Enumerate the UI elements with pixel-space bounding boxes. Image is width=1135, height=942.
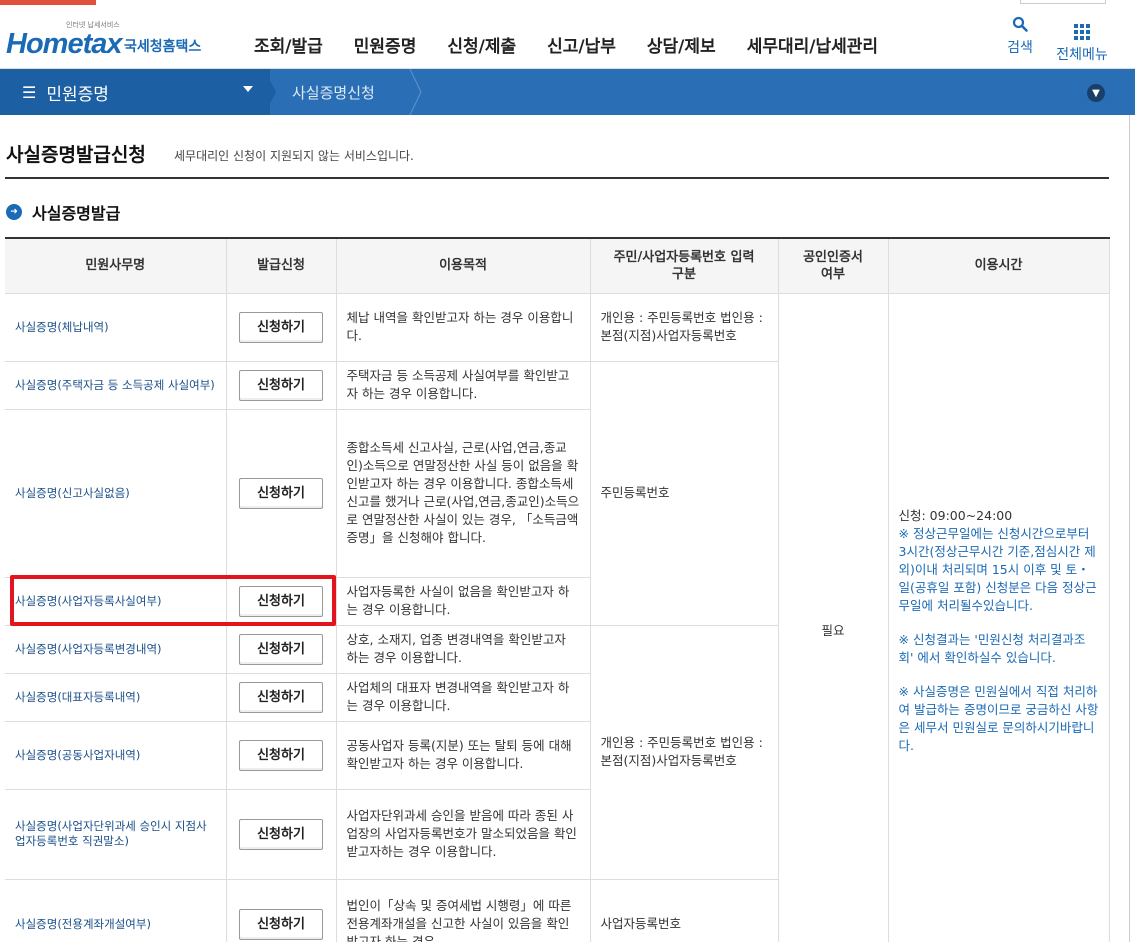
- apply-button[interactable]: 신청하기: [239, 681, 323, 713]
- hours-text: 신청: 09:00~24:00: [898, 508, 1013, 523]
- office-name: 사실증명(사업자단위과세 승인시 지점사업자등록번호 직권말소): [5, 788, 227, 880]
- col-time: 이용시간: [887, 238, 1110, 294]
- office-name: 사실증명(사업자등록사실여부): [5, 576, 227, 626]
- location-level2[interactable]: 사실증명신청: [292, 69, 375, 115]
- hamburger-icon: ☰: [22, 82, 37, 102]
- apply-button[interactable]: 신청하기: [239, 633, 323, 665]
- id-type: 사업자등록번호: [589, 878, 779, 942]
- hours-note-1: ※ 정상근무일에는 신청시간으로부터 3시간(정상근무시간 기준,점심시간 제외…: [898, 526, 1097, 613]
- search-label: 검색: [1007, 40, 1033, 56]
- apply-button[interactable]: 신청하기: [239, 477, 323, 509]
- grid-menu-icon: [1074, 24, 1090, 40]
- id-type: 주민등록번호: [589, 360, 779, 626]
- all-menu-label: 전체메뉴: [1056, 47, 1108, 63]
- page-description: 세무대리인 신청이 지원되지 않는 서비스입니다.: [174, 149, 414, 163]
- service-hours: 신청: 09:00~24:00 ※ 정상근무일에는 신청시간으로부터 3시간(정…: [887, 292, 1110, 942]
- main-nav: 조회/발급 민원증명 신청/제출 신고/납부 상담/제보 세무대리/납세관리: [254, 32, 909, 57]
- nav-tax-agent[interactable]: 세무대리/납세관리: [747, 32, 878, 57]
- all-menu-button[interactable]: 전체메뉴: [1052, 16, 1112, 64]
- cert-required: 필요: [777, 292, 889, 942]
- nav-consult[interactable]: 상담/제보: [647, 32, 716, 57]
- location-level1-label: 민원증명: [46, 84, 109, 105]
- right-border: [1129, 115, 1130, 942]
- nav-certificates[interactable]: 민원증명: [354, 32, 417, 57]
- col-office-name: 민원사무명: [5, 238, 227, 294]
- logo-kr: 국세청홈택스: [124, 39, 202, 55]
- search-button[interactable]: 검색: [1004, 16, 1036, 57]
- page-title: 사실증명발급신청: [6, 144, 146, 166]
- hours-note-2: ※ 신청결과는 '민원신청 처리결과조회' 에서 확인하실수 있습니다.: [898, 632, 1086, 665]
- apply-button[interactable]: 신청하기: [239, 311, 323, 343]
- table-row: 사실증명(체납내역) 신청하기 체납 내역을 확인받고자 하는 경우 이용합니다…: [5, 292, 1110, 942]
- purpose: 법인이「상속 및 증여세법 시행령」에 따른 전용계좌개설을 신고한 사실이 있…: [335, 878, 591, 942]
- col-cert: 공인인증서 여부: [777, 238, 889, 294]
- section-title: ➜ 사실증명발급: [6, 200, 120, 224]
- purpose: 체납 내역을 확인받고자 하는 경우 이용합니다.: [335, 292, 591, 362]
- purpose: 사업체의 대표자 변경내역을 확인받고자 하는 경우 이용합니다.: [335, 672, 591, 722]
- location-toggle-icon[interactable]: ▼: [1087, 84, 1105, 102]
- apply-button[interactable]: 신청하기: [239, 585, 323, 617]
- col-id-type: 주민/사업자등록번호 입력구분: [589, 238, 779, 294]
- office-name: 사실증명(체납내역): [5, 292, 227, 362]
- apply-button[interactable]: 신청하기: [239, 739, 323, 771]
- logo-text: Hometax: [6, 28, 122, 60]
- caret-down-icon: [243, 86, 253, 92]
- apply-button[interactable]: 신청하기: [239, 818, 323, 850]
- id-type: 개인용 : 주민등록번호 법인용 : 본점(지점)사업자등록번호: [589, 292, 779, 362]
- purpose: 사업자등록한 사실이 없음을 확인받고자 하는 경우 이용합니다.: [335, 576, 591, 626]
- breadcrumb-arrow-icon: [264, 69, 276, 115]
- office-name: 사실증명(공동사업자내역): [5, 720, 227, 790]
- office-name: 사실증명(사업자등록변경내역): [5, 624, 227, 674]
- section-title-label: 사실증명발급: [32, 204, 121, 223]
- nav-lookup[interactable]: 조회/발급: [254, 32, 323, 57]
- apply-button[interactable]: 신청하기: [239, 908, 323, 940]
- location-level2-label: 사실증명신청: [292, 83, 375, 102]
- location-bar: ☰ 민원증명 사실증명신청: [0, 69, 1135, 115]
- search-icon: [1004, 16, 1036, 37]
- top-strip-right: [1020, 0, 1106, 4]
- purpose: 상호, 소재지, 업종 변경내역을 확인받고자 하는 경우 이용합니다.: [335, 624, 591, 674]
- arrow-bullet-icon: ➜: [6, 204, 22, 220]
- purpose: 종합소득세 신고사실, 근로(사업,연금,종교인)소득으로 연말정산한 사실 등…: [335, 408, 591, 578]
- hometax-logo[interactable]: 인터넷 납세서비스 Hometax 국세청홈택스: [6, 16, 216, 60]
- id-type: 개인용 : 주민등록번호 법인용 : 본점(지점)사업자등록번호: [589, 624, 779, 880]
- nav-apply-submit[interactable]: 신청/제출: [447, 32, 516, 57]
- top-header: 인터넷 납세서비스 Hometax 국세청홈택스 조회/발급 민원증명 신청/제…: [0, 0, 1135, 69]
- purpose: 공동사업자 등록(지분) 또는 탈퇴 등에 대해 확인받고자 하는 경우 이용합…: [335, 720, 591, 790]
- top-strip: [0, 0, 96, 5]
- purpose: 사업자단위과세 승인을 받음에 따라 종된 사업장의 사업자등록번호가 말소되었…: [335, 788, 591, 880]
- col-apply: 발급신청: [225, 238, 337, 294]
- purpose: 주택자금 등 소득공제 사실여부를 확인받고자 하는 경우 이용합니다.: [335, 360, 591, 410]
- title-divider: [5, 177, 1109, 179]
- office-name: 사실증명(전용계좌개설여부): [5, 878, 227, 942]
- col-purpose: 이용목적: [335, 238, 591, 294]
- office-name: 사실증명(대표자등록내역): [5, 672, 227, 722]
- hours-note-3: ※ 사실증명은 민원실에서 직접 처리하여 발급하는 증명이므로 궁금하신 사항…: [898, 684, 1099, 753]
- certificate-table: 민원사무명 발급신청 이용목적 주민/사업자등록번호 입력구분 공인인증서 여부…: [5, 237, 1110, 942]
- apply-button[interactable]: 신청하기: [239, 369, 323, 401]
- office-name: 사실증명(주택자금 등 소득공제 사실여부): [5, 360, 227, 410]
- office-name: 사실증명(신고사실없음): [5, 408, 227, 578]
- breadcrumb-divider-icon: [409, 69, 422, 115]
- nav-report-pay[interactable]: 신고/납부: [547, 32, 616, 57]
- location-level1[interactable]: ☰ 민원증명: [0, 69, 270, 115]
